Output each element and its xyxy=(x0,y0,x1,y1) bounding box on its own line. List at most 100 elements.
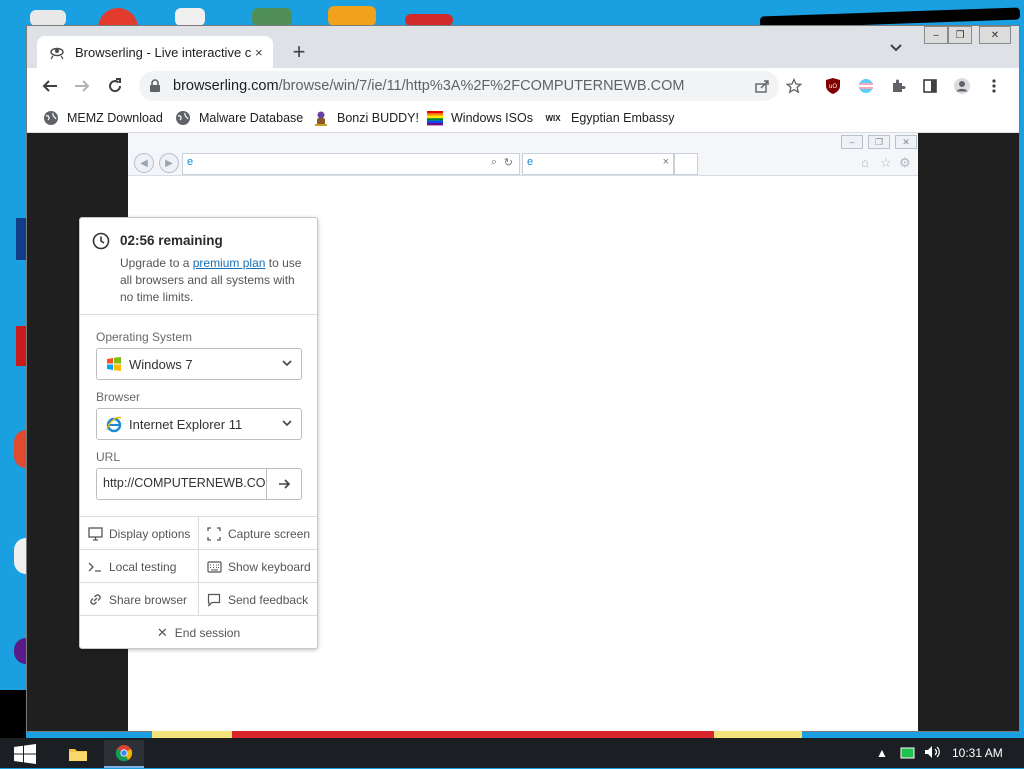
bookmark-malware-database[interactable]: Malware Database xyxy=(175,109,303,127)
browserling-panel: 02:56 remaining Upgrade to a premium pla… xyxy=(79,217,318,649)
chevron-down-icon xyxy=(282,420,292,427)
menu-kebab-icon[interactable] xyxy=(985,77,1003,95)
url-domain: browserling.com xyxy=(173,78,279,94)
share-browser-label: Share browser xyxy=(109,592,188,607)
clock[interactable]: 10:31 AM xyxy=(952,746,1003,760)
desktop-icon[interactable] xyxy=(14,638,26,664)
profile-avatar-icon[interactable] xyxy=(953,77,971,95)
bookmark-label: Malware Database xyxy=(199,111,304,125)
bookmark-star-icon[interactable] xyxy=(785,77,803,95)
show-keyboard-button[interactable]: Show keyboard xyxy=(199,549,317,583)
close-tab-icon[interactable]: × xyxy=(255,45,263,60)
send-feedback-label: Send feedback xyxy=(228,592,309,607)
keyboard-icon xyxy=(206,559,222,575)
browser-value: Internet Explorer 11 xyxy=(129,416,243,432)
bonzi-icon xyxy=(313,110,329,126)
new-tab-button[interactable]: + xyxy=(285,38,313,66)
ie-address-bar[interactable]: e ⌕ ↻ xyxy=(182,153,520,175)
ie-forward-icon[interactable]: ▶ xyxy=(159,153,179,173)
ie-restore-button[interactable]: ❐ xyxy=(868,135,890,149)
ie-new-tab-button[interactable] xyxy=(674,153,698,175)
bookmark-label: MEMZ Download xyxy=(67,111,163,125)
desktop-icon[interactable] xyxy=(175,8,205,26)
wix-icon: WIX xyxy=(545,113,561,123)
share-icon[interactable] xyxy=(753,77,771,95)
desktop-stripe xyxy=(232,731,714,738)
ie-back-icon[interactable]: ◀ xyxy=(134,153,154,173)
trans-flag-icon[interactable] xyxy=(857,77,875,95)
time-remaining: 02:56 remaining xyxy=(120,233,223,248)
ie-refresh-icon[interactable]: ↻ xyxy=(504,156,513,169)
local-testing-button[interactable]: Local testing xyxy=(80,549,199,583)
desktop-icon[interactable] xyxy=(30,10,66,26)
shield-desktop-icon[interactable] xyxy=(252,8,292,26)
url-path: /browse/win/7/ie/11/http%3A%2F%2FCOMPUTE… xyxy=(278,78,685,94)
share-browser-button[interactable]: Share browser xyxy=(80,582,199,616)
capture-screen-label: Capture screen xyxy=(228,526,311,541)
display-options-button[interactable]: Display options xyxy=(80,516,199,550)
tab-browserling[interactable]: Browserling - Live interactive cross-bro… xyxy=(37,36,273,68)
upgrade-pre: Upgrade to a xyxy=(120,256,193,270)
windows-start-icon[interactable] xyxy=(14,744,36,764)
tab-title: Browserling - Live interactive cross-bro… xyxy=(75,44,251,60)
desktop-stripe xyxy=(152,731,232,738)
send-feedback-button[interactable]: Send feedback xyxy=(199,582,317,616)
bookmark-egyptian-embassy[interactable]: WIX Egyptian Embassy xyxy=(543,109,675,127)
tray-chevron-up-icon[interactable]: ▲ xyxy=(876,746,888,760)
show-keyboard-label: Show keyboard xyxy=(228,559,311,574)
tab-search-chevron-icon[interactable] xyxy=(889,40,903,56)
file-explorer-icon[interactable] xyxy=(58,740,98,768)
globe-icon xyxy=(175,110,191,126)
ie-settings-gear-icon[interactable]: ⚙ xyxy=(899,155,911,171)
ie-tab[interactable]: e × xyxy=(522,153,674,175)
tab-strip: Browserling - Live interactive cross-bro… xyxy=(27,26,1019,68)
ublock-icon[interactable]: uO xyxy=(824,77,842,95)
ie-tab-close-icon[interactable]: × xyxy=(663,156,669,168)
desktop-icon[interactable] xyxy=(16,326,26,366)
minimize-button[interactable]: ‒ xyxy=(924,26,948,44)
back-arrow-icon[interactable] xyxy=(38,74,62,98)
volume-icon[interactable] xyxy=(924,745,942,762)
ie-favorites-star-icon[interactable]: ☆ xyxy=(880,155,892,171)
ie-close-button[interactable]: ✕ xyxy=(895,135,917,149)
desktop-stripe xyxy=(714,731,802,738)
extensions-puzzle-icon[interactable] xyxy=(889,77,907,95)
upgrade-text: Upgrade to a premium plan to use all bro… xyxy=(120,255,310,306)
ie-search-icon[interactable]: ⌕ xyxy=(491,156,497,169)
bonzi-desktop-icon[interactable] xyxy=(328,6,376,26)
side-panel-icon[interactable] xyxy=(921,77,939,95)
link-icon xyxy=(87,592,103,608)
url-input[interactable]: http://COMPUTERNEWB.COM xyxy=(96,468,302,500)
restore-button[interactable]: ❐ xyxy=(948,26,972,44)
browserling-favicon-icon xyxy=(49,44,65,60)
bookmark-windows-isos[interactable]: Windows ISOs xyxy=(427,109,533,127)
local-testing-label: Local testing xyxy=(109,559,177,574)
svg-text:uO: uO xyxy=(829,84,837,90)
os-value: Windows 7 xyxy=(129,356,193,372)
battery-icon[interactable] xyxy=(900,747,916,762)
os-select[interactable]: Windows 7 xyxy=(96,348,302,380)
end-session-button[interactable]: ✕ End session xyxy=(80,615,317,649)
go-arrow-button[interactable] xyxy=(266,469,301,499)
browser-select[interactable]: Internet Explorer 11 xyxy=(96,408,302,440)
divider xyxy=(80,314,317,315)
desktop-icon[interactable] xyxy=(14,430,26,468)
ie-minimize-button[interactable]: ‒ xyxy=(841,135,863,149)
monitor-icon xyxy=(87,526,103,542)
forward-arrow-icon[interactable] xyxy=(70,74,94,98)
close-window-button[interactable]: ✕ xyxy=(979,26,1011,44)
ie-home-icon[interactable]: ⌂ xyxy=(861,155,869,170)
bookmark-label: Egyptian Embassy xyxy=(571,111,675,125)
reload-icon[interactable] xyxy=(103,74,127,98)
url-input-value[interactable]: http://COMPUTERNEWB.COM xyxy=(103,476,265,490)
lock-icon[interactable] xyxy=(149,79,163,93)
chrome-taskbar-icon[interactable] xyxy=(104,740,144,768)
desktop-icon[interactable] xyxy=(16,218,26,260)
bookmark-bonzi-buddy[interactable]: Bonzi BUDDY! xyxy=(313,109,419,127)
premium-plan-link[interactable]: premium plan xyxy=(193,256,266,270)
desktop-icon[interactable] xyxy=(14,538,26,574)
address-bar[interactable]: browserling.com/browse/win/7/ie/11/http%… xyxy=(139,71,779,101)
bookmark-memz[interactable]: MEMZ Download xyxy=(43,109,163,127)
close-x-icon: ✕ xyxy=(156,624,168,640)
capture-screen-button[interactable]: Capture screen xyxy=(199,516,317,550)
